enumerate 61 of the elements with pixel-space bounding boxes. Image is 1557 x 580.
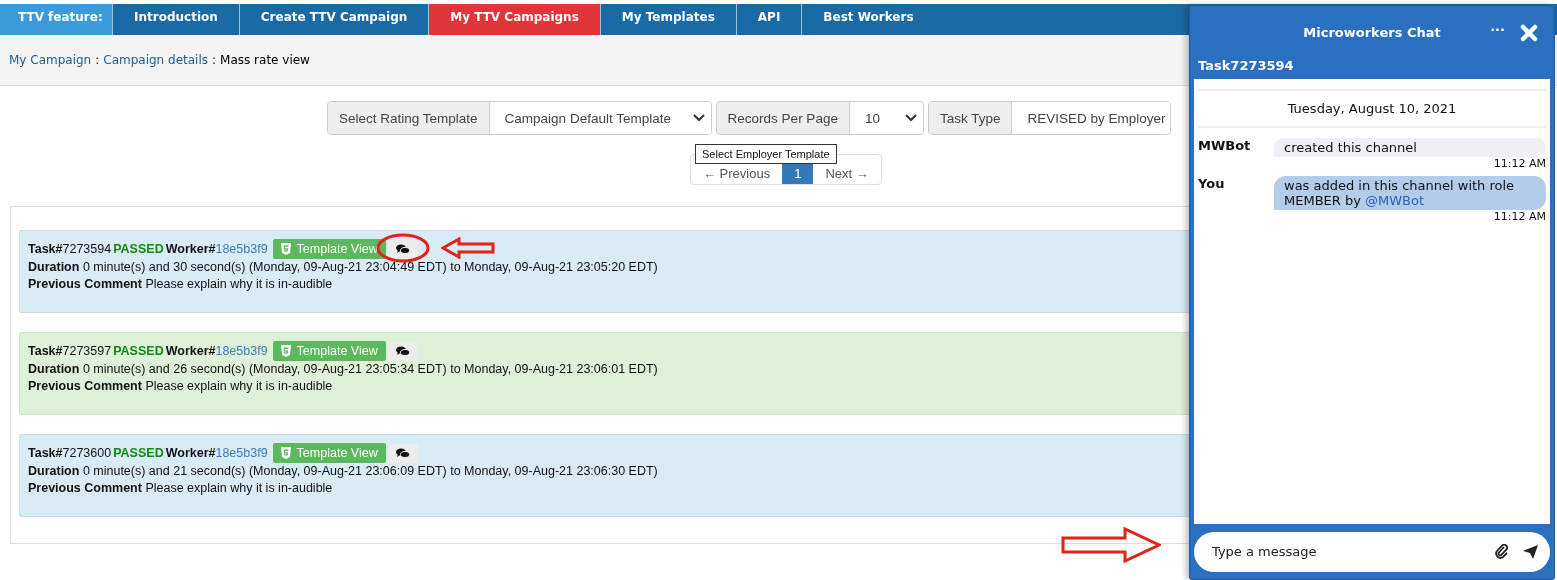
comment-text: Please explain why it is in-audible	[145, 379, 333, 393]
close-icon[interactable]	[1520, 24, 1538, 42]
arrow-annotation	[440, 236, 495, 259]
message-field[interactable]: Type a message	[1194, 531, 1550, 572]
breadcrumb-link[interactable]: Campaign details	[103, 53, 208, 67]
duration-label: Duration	[28, 464, 80, 478]
worker-link[interactable]: 18e5b3f9	[215, 342, 268, 360]
comment-label: Previous Comment	[28, 277, 142, 291]
message-bubble: created this channel	[1274, 138, 1546, 157]
mention-link[interactable]: @MWBot	[1365, 193, 1425, 208]
worker-link[interactable]: 18e5b3f9	[215, 240, 268, 258]
nav-tab[interactable]: My TTV Campaigns	[428, 4, 600, 35]
status-text: PASSED	[113, 444, 164, 462]
status-text: PASSED	[113, 342, 164, 360]
duration-text: 0 minute(s) and 30 second(s) (Monday, 09-Aug-21 23:04:49 EDT) to Monday, 09-Aug-21 23:05:20 EDT)	[82, 260, 658, 274]
breadcrumb-separator: :	[95, 53, 100, 67]
chat-menu-button[interactable]: ...	[1490, 19, 1505, 34]
message-time: 11:12 AM	[1492, 210, 1546, 223]
task-label: Task#	[28, 444, 63, 462]
duration-text: 0 minute(s) and 21 second(s) (Monday, 09-Aug-21 23:06:09 EDT) to Monday, 09-Aug-21 23:06:30 EDT)	[82, 464, 658, 478]
chat-icon	[395, 243, 410, 255]
chat-button[interactable]	[387, 443, 418, 463]
duration-label: Duration	[28, 362, 80, 376]
message-time: 11:12 AM	[1492, 157, 1546, 170]
status-text: PASSED	[113, 240, 164, 258]
tooltip: Select Employer Template	[695, 144, 837, 164]
worker-link[interactable]: 18e5b3f9	[215, 444, 268, 462]
task-number: 7273594	[62, 240, 112, 258]
duration-text: 0 minute(s) and 26 second(s) (Monday, 09-Aug-21 23:05:34 EDT) to Monday, 09-Aug-21 23:06:01 EDT)	[82, 362, 658, 376]
task-number: 7273600	[62, 444, 112, 462]
task-label: Task#	[28, 342, 63, 360]
message-sender: You	[1198, 176, 1226, 193]
html5-icon	[280, 447, 291, 459]
comment-label: Previous Comment	[28, 379, 142, 393]
chat-title: Microworkers Chat	[1303, 24, 1441, 40]
chat-date: Tuesday, August 10, 2021	[1198, 89, 1546, 128]
comment-text: Please explain why it is in-audible	[145, 277, 333, 291]
html5-icon	[280, 345, 291, 357]
comment-text: Please explain why it is in-audible	[145, 481, 333, 495]
task-label: Task#	[28, 240, 63, 258]
worker-label: Worker#	[165, 444, 216, 462]
chat-button[interactable]	[387, 341, 418, 361]
channel-name: Task7273594	[1197, 58, 1295, 75]
worker-label: Worker#	[165, 342, 216, 360]
breadcrumb-current: Mass rate view	[220, 53, 310, 67]
chat-icon	[395, 447, 410, 459]
html5-icon	[280, 243, 291, 255]
nav-label: TTV feature:	[0, 4, 112, 35]
breadcrumb-separator: :	[212, 53, 217, 67]
chat-icon	[395, 345, 410, 357]
chat-button[interactable]	[387, 239, 418, 259]
comment-label: Previous Comment	[28, 481, 142, 495]
duration-label: Duration	[28, 260, 80, 274]
task-number: 7273597	[62, 342, 112, 360]
attachment-icon[interactable]	[1495, 544, 1509, 559]
send-icon[interactable]	[1523, 544, 1538, 559]
message-bubble: was added in this channel with role MEMBER by @MWBot	[1274, 176, 1546, 210]
message-sender: MWBot	[1198, 138, 1252, 155]
worker-label: Worker#	[165, 240, 216, 258]
breadcrumb-link[interactable]: My Campaign	[9, 53, 92, 67]
message-input[interactable]: Type a message	[1210, 543, 1481, 560]
